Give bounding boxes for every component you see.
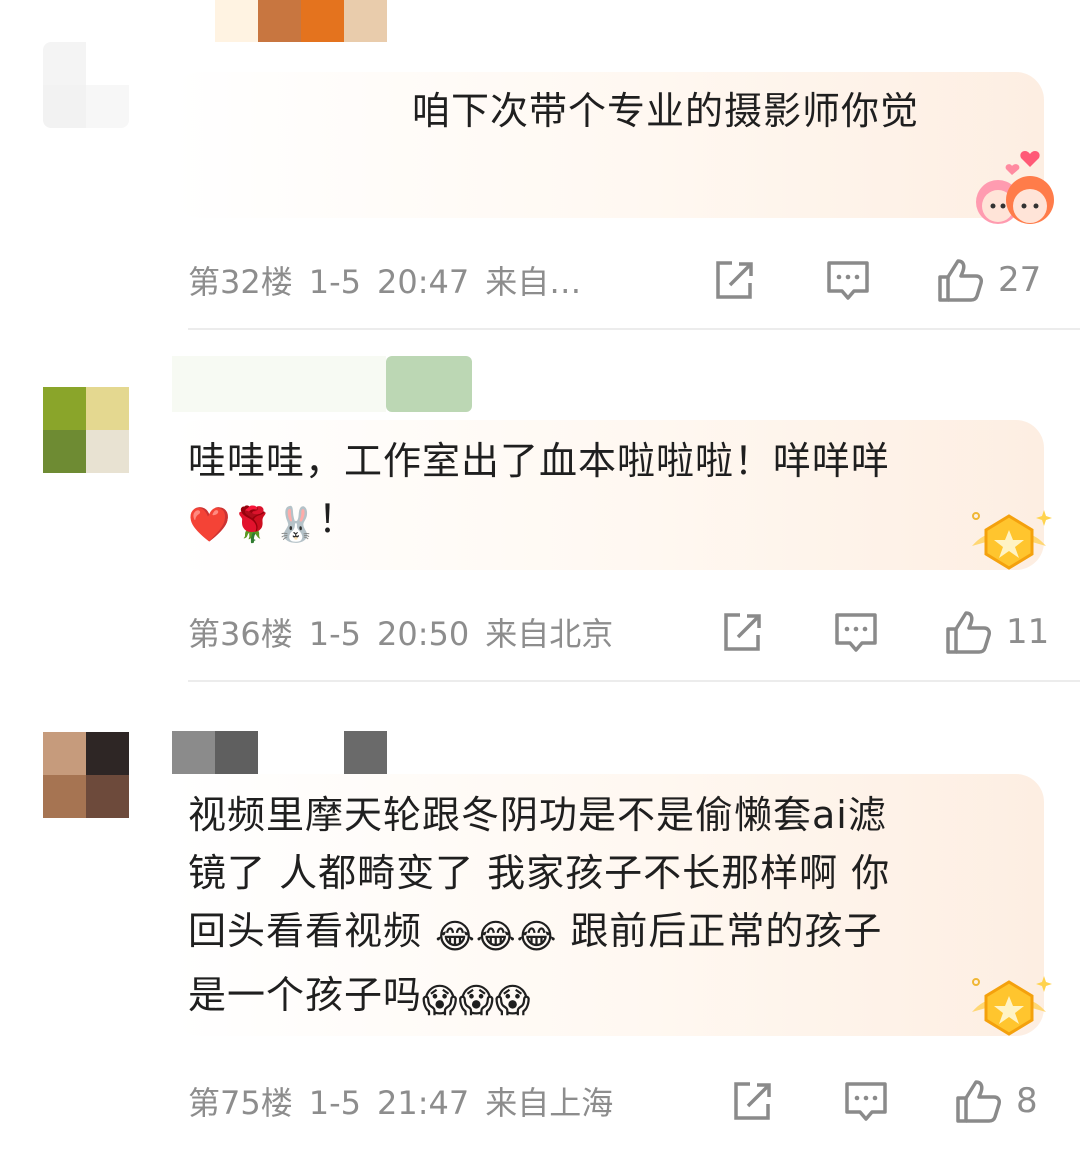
post-time: 20:50 (377, 615, 470, 653)
divider (188, 328, 1080, 330)
scream-icon: 😱 (422, 981, 459, 1021)
floor-number: 第36楼 (188, 615, 293, 653)
thumbs-up-icon[interactable] (936, 256, 984, 304)
floor-number: 第75楼 (188, 1084, 293, 1122)
avatar[interactable] (43, 42, 129, 128)
star-badge-icon (972, 976, 1052, 1036)
post-location: 来自… (485, 263, 582, 301)
like-button[interactable]: 27 (936, 256, 1041, 304)
avatar[interactable] (43, 387, 129, 473)
like-count: 27 (998, 260, 1042, 300)
post-date: 1-5 (308, 263, 361, 301)
scream-icon: 😱 (458, 981, 495, 1021)
comment-meta: 第36楼 1-5 20:50 来自北京 11 (188, 602, 1049, 662)
post-date: 1-5 (308, 1084, 361, 1122)
comment-meta: 第32楼 1-5 20:47 来自… 27 (188, 250, 1043, 310)
post-date: 1-5 (308, 615, 361, 653)
avatar[interactable] (43, 732, 129, 818)
comment-icon[interactable] (824, 256, 872, 304)
like-count: 11 (1006, 612, 1050, 652)
share-icon[interactable] (728, 1077, 776, 1125)
comment-icon[interactable] (832, 608, 880, 656)
laugh-icon: 😂 (435, 917, 476, 957)
comment-text: 哇哇哇，工作室出了血本啦啦啦！咩咩咩 ❤️🌹🐰！ (188, 439, 891, 545)
heart-icon: ❤️ (188, 505, 232, 545)
username[interactable] (172, 731, 387, 774)
divider (188, 680, 1080, 682)
like-button[interactable]: 8 (954, 1077, 1038, 1125)
share-icon[interactable] (710, 256, 758, 304)
laugh-icon: 😂 (516, 917, 558, 957)
comment-text: 咱下次带个专业的摄影师你觉 (412, 89, 920, 133)
bunny-icon: 🐰 (274, 505, 319, 545)
comment-meta: 第75楼 1-5 21:47 来自上海 8 (188, 1071, 1043, 1131)
rose-icon: 🌹 (231, 505, 275, 545)
comment-text: 视频里摩天轮跟冬阴功是不是偷懒套ai滤 镜了 人都畸变了 我家孩子不长那样啊 你… (188, 793, 891, 1021)
like-count: 8 (1016, 1081, 1038, 1121)
post-location: 来自上海 (485, 1084, 614, 1122)
floor-number: 第32楼 (188, 263, 293, 301)
username[interactable] (215, 0, 387, 42)
scream-icon: 😱 (494, 981, 532, 1021)
share-icon[interactable] (718, 608, 766, 656)
post-location: 来自北京 (485, 615, 614, 653)
comment-icon[interactable] (842, 1077, 890, 1125)
comment-bubble: 视频里摩天轮跟冬阴功是不是偷懒套ai滤 镜了 人都畸变了 我家孩子不长那样啊 你… (172, 774, 1052, 1036)
username[interactable] (172, 356, 472, 412)
couple-badge-icon (976, 151, 1054, 224)
post-time: 20:47 (377, 263, 470, 301)
comment-bubble: 咱下次带个专业的摄影师你觉 (172, 72, 1054, 224)
comment-bubble: 哇哇哇，工作室出了血本啦啦啦！咩咩咩 ❤️🌹🐰！ (172, 420, 1052, 570)
star-badge-icon (972, 510, 1052, 570)
laugh-icon: 😂 (475, 917, 517, 957)
thumbs-up-icon[interactable] (944, 608, 992, 656)
like-button[interactable]: 11 (944, 608, 1049, 656)
thumbs-up-icon[interactable] (954, 1077, 1002, 1125)
post-time: 21:47 (377, 1084, 470, 1122)
